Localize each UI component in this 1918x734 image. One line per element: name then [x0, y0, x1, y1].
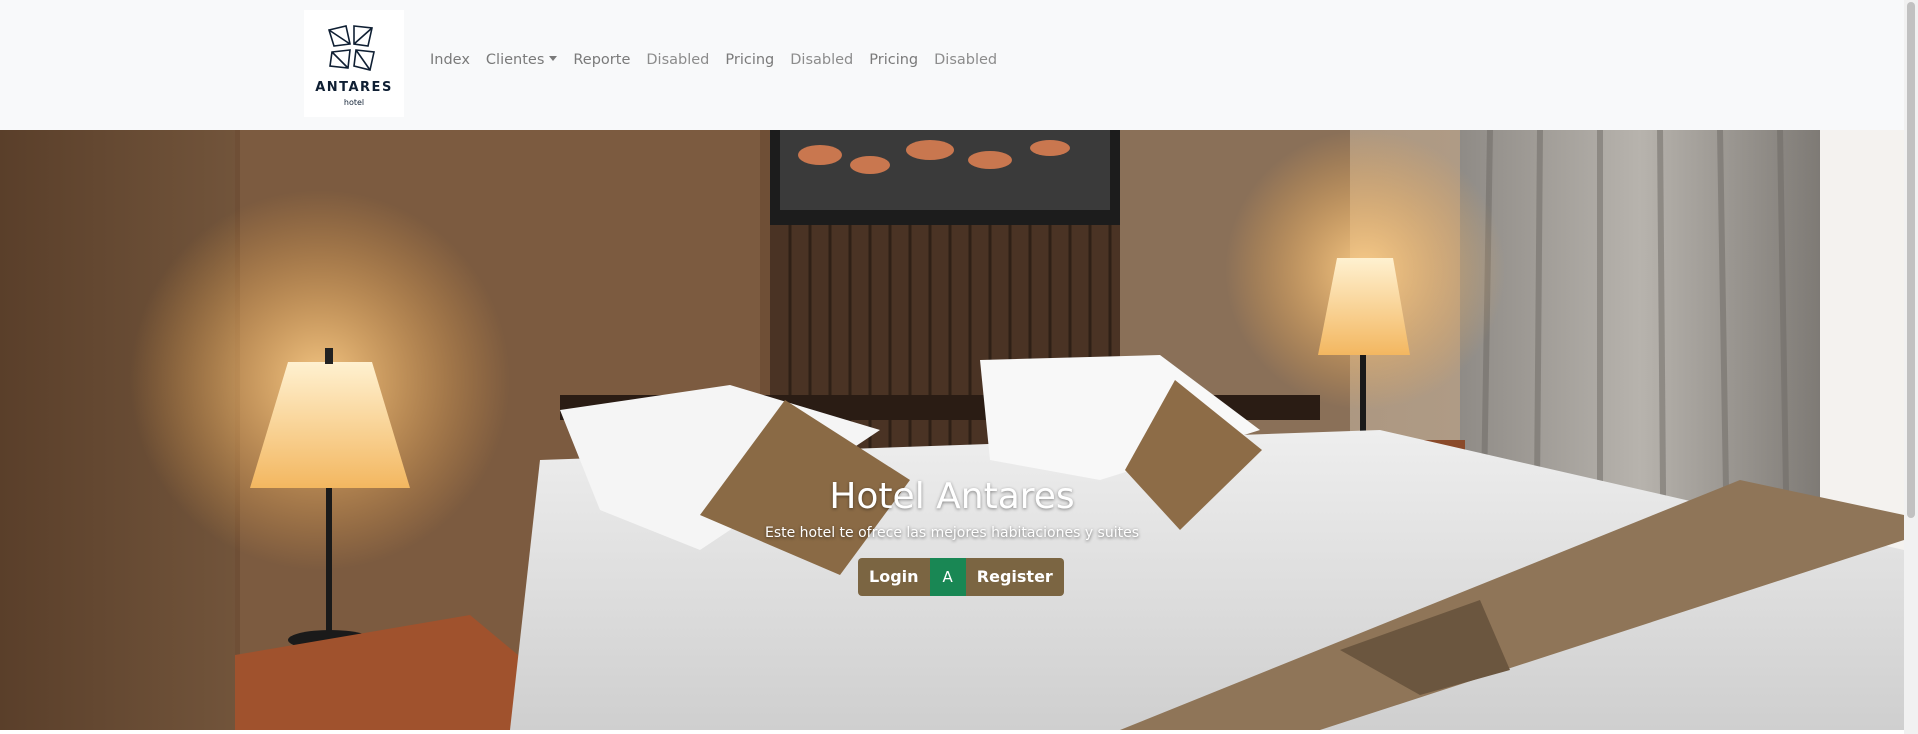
nav-item-clientes-label: Clientes	[485, 52, 545, 68]
hotel-room-image	[0, 130, 1904, 730]
nav-item-index[interactable]: Index	[422, 52, 478, 68]
hero-title: Hotel Antares	[829, 476, 1075, 517]
hero-carousel: Hotel Antares Este hotel te ofrece las m…	[0, 130, 1904, 730]
hero-caption: Hotel Antares Este hotel te ofrece las m…	[0, 476, 1904, 541]
middle-button[interactable]: A	[929, 558, 966, 596]
nav-item-disabled-2: Disabled	[790, 52, 854, 68]
vertical-scrollbar[interactable]	[1904, 0, 1918, 734]
nav-item-pricing-1[interactable]: Pricing	[717, 52, 782, 68]
brand-subtitle: hotel	[343, 98, 365, 107]
scrollbar-thumb[interactable]	[1907, 2, 1915, 518]
nav-menu: Index Clientes Reporte Disabled Pricing …	[422, 52, 1005, 68]
nav-item-reporte[interactable]: Reporte	[565, 52, 638, 68]
antares-logo-icon	[327, 25, 375, 71]
brand-name: ANTARES	[315, 80, 393, 95]
navbar: ANTARES hotel Index Clientes Reporte Dis…	[0, 0, 1904, 130]
page: ANTARES hotel Index Clientes Reporte Dis…	[0, 0, 1918, 734]
nav-item-disabled-1: Disabled	[646, 52, 710, 68]
caret-down-icon	[549, 56, 558, 61]
nav-item-pricing-2[interactable]: Pricing	[861, 52, 926, 68]
auth-button-group: Login A Register	[858, 558, 1064, 596]
nav-item-disabled-3: Disabled	[934, 52, 998, 68]
brand-logo[interactable]: ANTARES hotel	[304, 10, 404, 117]
nav-item-clientes-dropdown[interactable]: Clientes	[478, 52, 565, 68]
login-button[interactable]: Login	[858, 558, 930, 596]
register-button[interactable]: Register	[965, 558, 1064, 596]
hero-description: Este hotel te ofrece las mejores habitac…	[764, 525, 1140, 541]
